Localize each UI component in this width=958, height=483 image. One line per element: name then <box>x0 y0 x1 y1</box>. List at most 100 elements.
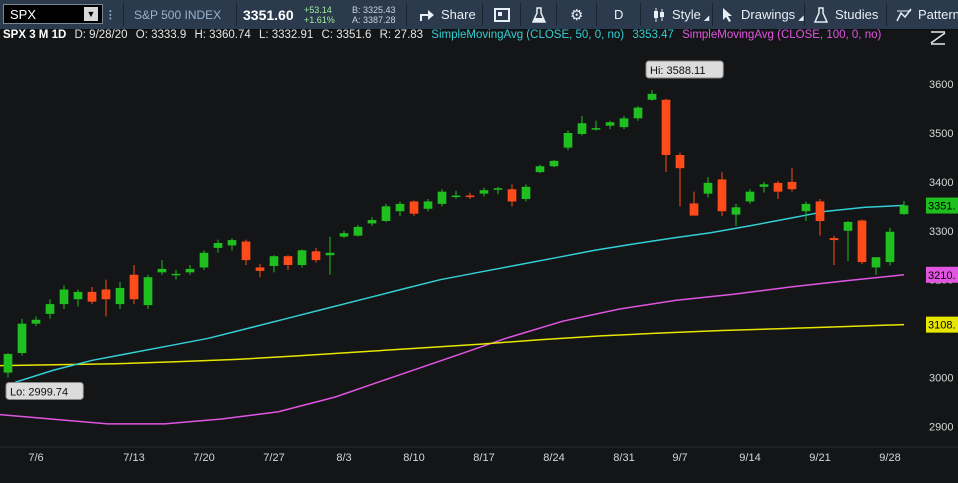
divider <box>712 3 713 26</box>
candle-body <box>451 195 461 198</box>
flask-button[interactable] <box>532 0 546 29</box>
candle-body <box>871 257 881 268</box>
candle-body <box>899 205 909 215</box>
price-chart[interactable]: 290030003100320033003400350036007/67/137… <box>0 29 958 483</box>
candle-body <box>787 181 797 190</box>
candle-body <box>633 107 643 119</box>
candle-body <box>409 201 419 214</box>
divider <box>123 3 124 26</box>
candle-body <box>731 207 741 215</box>
share-button[interactable]: Share <box>418 0 476 29</box>
divider <box>520 3 521 26</box>
candlestick-icon <box>654 7 664 22</box>
candle-body <box>885 231 895 263</box>
x-tick-label: 9/28 <box>879 452 900 464</box>
patterns-label: Patterns <box>918 7 958 22</box>
candle-body <box>297 250 307 265</box>
candle-body <box>745 191 755 202</box>
candle-body <box>717 179 727 212</box>
settings-button[interactable]: ⚙ <box>570 0 583 29</box>
patterns-button[interactable]: Patterns <box>896 0 958 29</box>
x-tick-label: 7/6 <box>28 452 43 464</box>
chart-info-bar: SPX 3 M 1D D: 9/28/20 O: 3333.9 H: 3360.… <box>0 29 886 45</box>
candle-body <box>129 274 139 300</box>
candle-body <box>535 166 545 173</box>
x-tick-label: 9/7 <box>672 452 687 464</box>
candle-body <box>339 233 349 237</box>
corner-arrow-icon: ◢ <box>703 15 710 22</box>
y-tick-label: 3000 <box>929 372 953 384</box>
x-tick-label: 8/17 <box>473 452 494 464</box>
y-tick-label: 3600 <box>929 79 953 91</box>
x-tick-label: 9/14 <box>739 452 760 464</box>
range-value: R: 27.83 <box>379 29 424 41</box>
candle-body <box>423 201 433 209</box>
candle-body <box>675 155 685 169</box>
share-icon <box>420 9 434 21</box>
candle-body <box>395 203 405 212</box>
divider <box>236 3 237 26</box>
symbol-input[interactable]: SPX ▼ <box>3 4 103 24</box>
y-tick-label: 3400 <box>929 177 953 189</box>
candle-body <box>3 353 13 373</box>
flask-icon <box>814 6 828 23</box>
candle-body <box>563 133 573 148</box>
date-value: D: 9/28/20 <box>74 29 128 41</box>
y-tick-label: 3300 <box>929 226 953 238</box>
high-value: H: 3360.74 <box>194 29 251 41</box>
chevron-down-icon[interactable]: ▼ <box>84 7 98 21</box>
studies-button[interactable]: Studies <box>814 0 878 29</box>
price-label: 3351. <box>928 201 956 213</box>
open-value: O: 3333.9 <box>135 29 187 41</box>
candle-body <box>521 186 531 199</box>
style-button[interactable]: Style ◢ <box>652 0 709 29</box>
x-tick-label: 8/31 <box>613 452 634 464</box>
divider <box>406 3 407 26</box>
percent-change: +1.61% <box>304 14 335 25</box>
candle-body <box>507 189 517 202</box>
candle-body <box>437 191 447 204</box>
candle-body <box>605 122 615 126</box>
candle-body <box>591 128 601 130</box>
hi-label: Hi: 3588.11 <box>650 65 705 77</box>
candle-body <box>647 93 657 100</box>
bid-ask-block: B: 3325.43 A: 3387.28 <box>352 0 396 29</box>
price-label: 3108. <box>928 320 956 332</box>
share-label: Share <box>441 7 476 22</box>
candle-body <box>759 184 769 187</box>
expand-icon <box>930 31 946 45</box>
candle-body <box>549 160 559 167</box>
style-label: Style <box>672 7 701 22</box>
x-tick-label: 7/27 <box>263 452 284 464</box>
x-tick-label: 7/13 <box>123 452 144 464</box>
link-icon[interactable]: ⁝ <box>108 0 113 29</box>
candle-body <box>857 220 867 263</box>
candle-body <box>143 277 153 306</box>
candle-body <box>31 319 41 324</box>
y-tick-label: 2900 <box>929 421 953 433</box>
flask-icon <box>532 6 546 23</box>
notes-button[interactable] <box>494 0 510 29</box>
last-price: 3351.60 <box>243 6 294 23</box>
period-button[interactable]: D <box>614 0 623 29</box>
divider <box>556 3 557 26</box>
drawings-button[interactable]: Drawings ◢ <box>722 0 804 29</box>
candle-body <box>353 226 363 236</box>
candle-body <box>843 221 853 231</box>
chart-title: SPX 3 M 1D <box>3 29 67 41</box>
studies-label: Studies <box>835 7 879 22</box>
notebook-icon <box>494 7 510 22</box>
candle-body <box>241 241 251 261</box>
change-block: +53.14 +1.61% <box>304 0 335 29</box>
candle-body <box>171 273 181 276</box>
candle-body <box>311 251 321 261</box>
close-value: C: 3351.6 <box>321 29 372 41</box>
divider <box>482 3 483 26</box>
divider <box>886 3 887 26</box>
candle-body <box>45 304 55 314</box>
period-label: D <box>614 7 624 22</box>
x-tick-label: 8/10 <box>403 452 424 464</box>
expand-chart-button[interactable] <box>929 31 947 50</box>
y-tick-label: 3500 <box>929 128 953 140</box>
net-change: +53.14 <box>304 4 332 15</box>
